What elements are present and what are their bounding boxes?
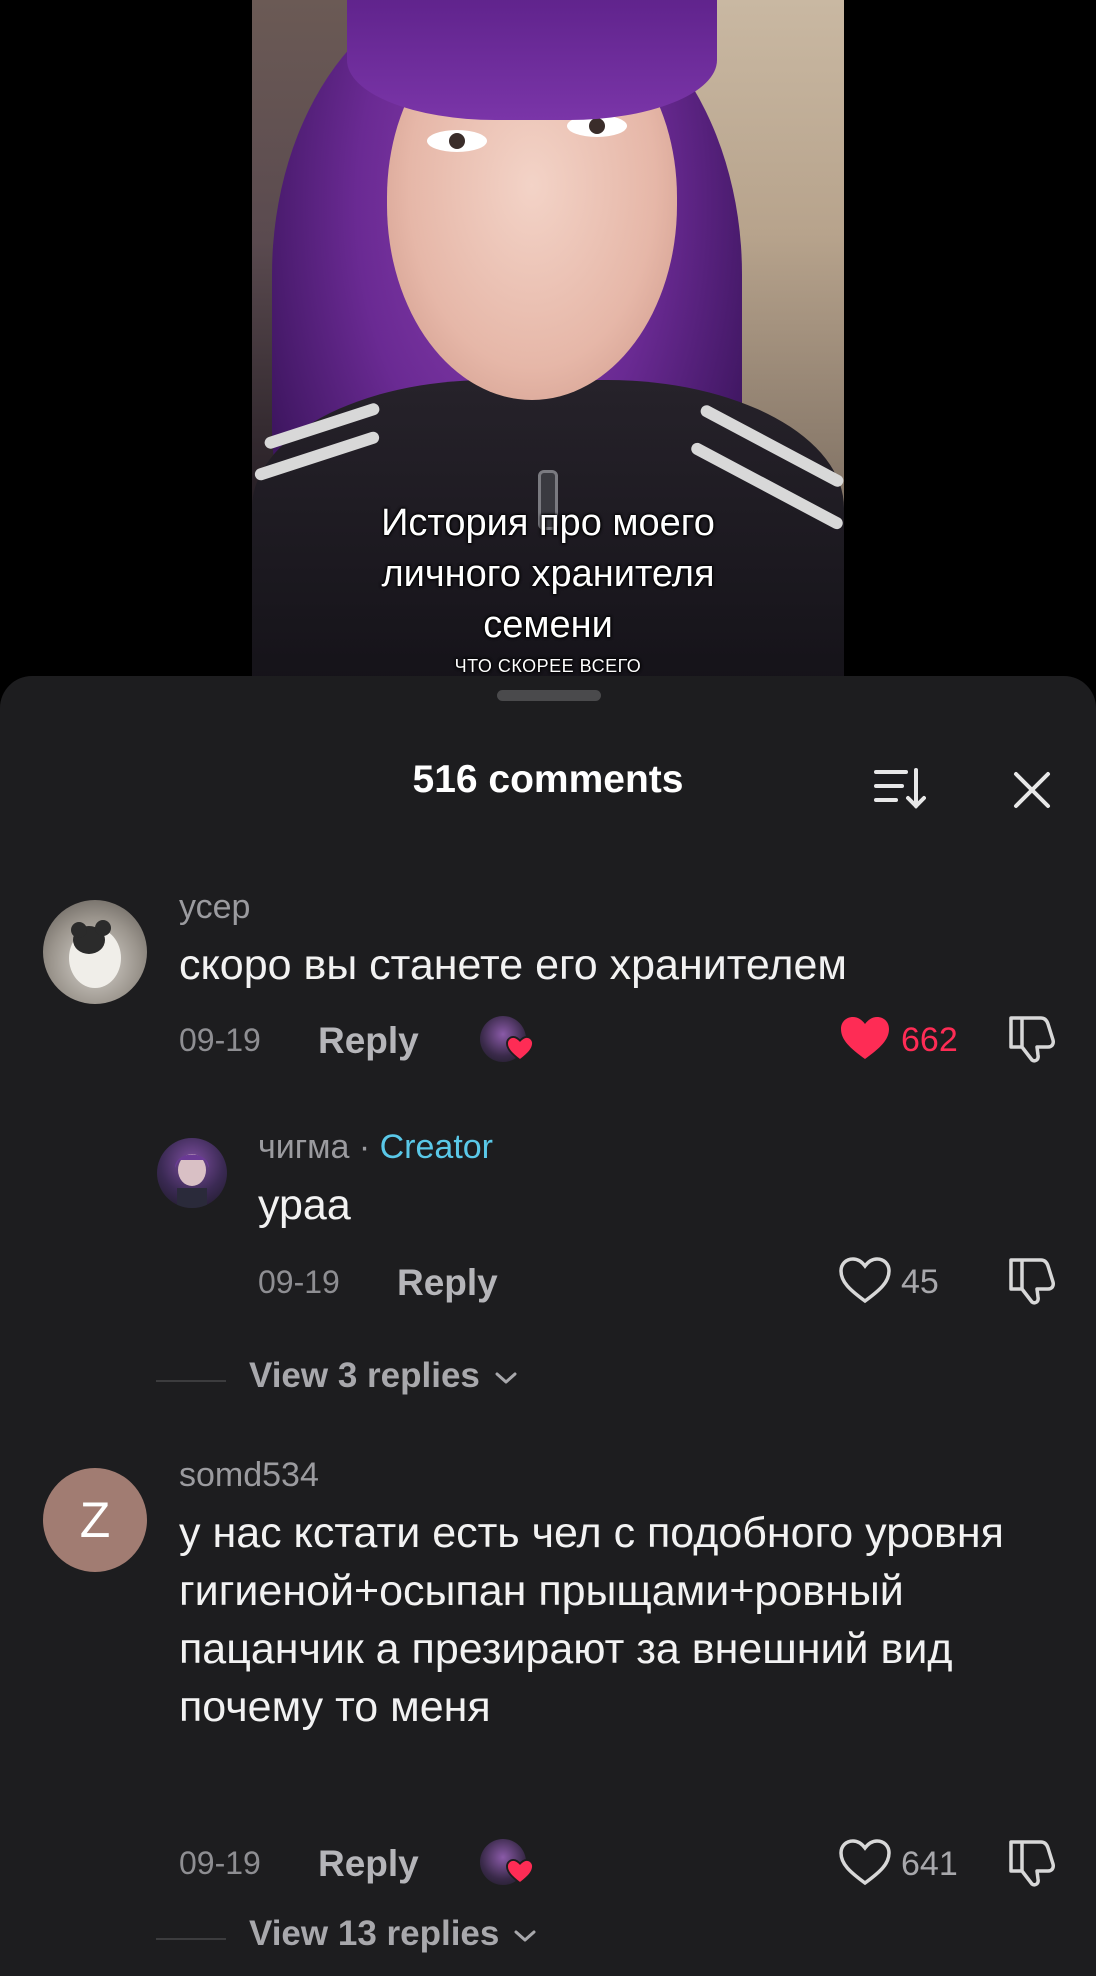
video-player[interactable]: История про моего личного хранителя семе… [252,0,844,690]
like-count: 662 [901,1021,958,1059]
creator-avatar[interactable] [157,1138,227,1208]
chevron-down-icon [495,1372,517,1384]
comment-date: 09-19 [258,1264,340,1300]
view-replies-button[interactable]: View 13 replies [249,1914,537,1954]
reply-button[interactable]: Reply [397,1262,498,1304]
comments-count-title: 516 comments [412,758,684,801]
view-replies-label[interactable]: View 13 replies [249,1914,499,1953]
comment-text[interactable]: ураа [258,1176,351,1234]
comment-username[interactable]: чигма · Creator [258,1128,493,1167]
video-caption: История про моего личного хранителя семе… [381,502,715,646]
comment-username[interactable]: somd534 [179,1456,319,1495]
view-replies-button[interactable]: View 3 replies [249,1356,518,1396]
view-replies-divider [156,1380,226,1382]
drag-handle[interactable] [497,690,601,701]
creator-liked-avatar [480,1839,534,1885]
sort-icon[interactable] [874,766,926,810]
like-count: 45 [901,1263,939,1301]
creator-badge: Creator [379,1128,493,1166]
comment-username[interactable]: усер [179,888,250,927]
avatar[interactable]: Z [43,1468,147,1572]
dislike-icon[interactable] [1007,1256,1059,1306]
creator-liked-avatar [480,1016,534,1062]
comment-date: 09-19 [179,1022,261,1058]
username-separator: · [349,1128,380,1166]
heart-outline-icon[interactable] [839,1838,891,1886]
reply-button[interactable]: Reply [318,1020,419,1062]
comment-date: 09-19 [179,1845,261,1881]
reply-button[interactable]: Reply [318,1843,419,1885]
heart-badge-icon [506,1859,534,1885]
dislike-icon[interactable] [1007,1014,1059,1064]
comment-text[interactable]: у нас кстати есть чел с подобного уровня… [179,1504,1059,1736]
video-caption-sub: ЧТО СКОРЕЕ ВСЕГО [454,656,642,676]
video-subject-bangs [347,0,717,120]
avatar-letter: Z [79,1492,111,1548]
close-icon[interactable] [1010,768,1054,812]
dislike-icon[interactable] [1007,1838,1059,1888]
avatar[interactable] [43,900,147,1004]
view-replies-divider [156,1938,226,1940]
heart-badge-icon [506,1036,534,1062]
comment-text[interactable]: скоро вы станете его хранителем [179,936,1059,994]
view-replies-label[interactable]: View 3 replies [249,1356,480,1395]
creator-username[interactable]: чигма [258,1128,349,1166]
comments-sheet: 516 comments усер скоро вы станете его х… [0,676,1096,1976]
heart-filled-icon[interactable] [839,1014,891,1062]
heart-outline-icon[interactable] [839,1256,891,1304]
like-count: 641 [901,1845,958,1883]
chevron-down-icon [514,1930,536,1942]
